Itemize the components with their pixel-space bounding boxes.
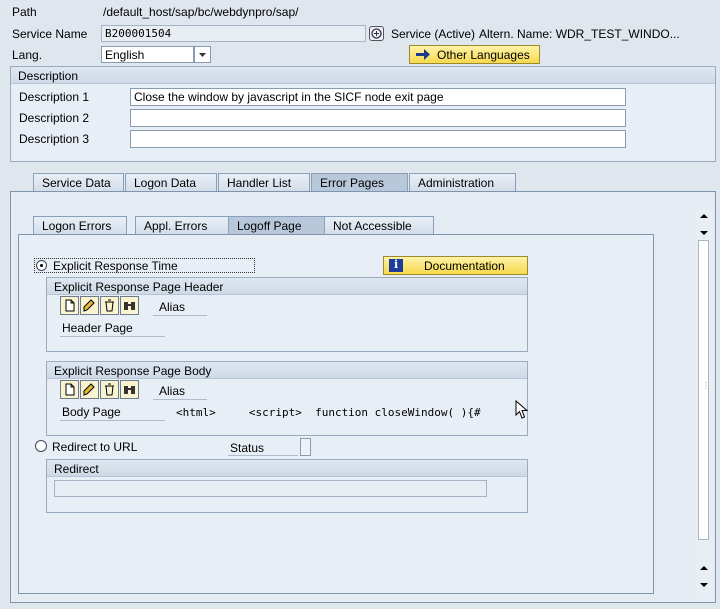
scroll-up-icon[interactable] <box>698 210 710 224</box>
description-3-field[interactable] <box>130 130 626 148</box>
service-name-field[interactable]: B200001504 <box>101 25 366 42</box>
tab-logon-data[interactable]: Logon Data <box>125 173 217 191</box>
redirect-label: Redirect to URL <box>52 440 138 454</box>
body-page-content[interactable]: <html> <script> function closeWindow( ){… <box>176 406 481 419</box>
delete-trash-icon[interactable] <box>100 296 119 315</box>
display-binoculars-icon[interactable] <box>120 380 139 399</box>
description-1-label: Description 1 <box>19 90 90 104</box>
service-status: Service (Active) <box>391 27 476 41</box>
description-1-field[interactable]: Close the window by javascript in the SI… <box>130 88 626 106</box>
documentation-button[interactable]: i Documentation <box>383 256 528 275</box>
subtab-appl-errors[interactable]: Appl. Errors <box>135 216 229 234</box>
scroll-thumb[interactable]: ⋮ <box>698 240 710 540</box>
subtab-logon-errors[interactable]: Logon Errors <box>33 216 127 234</box>
description-2-field[interactable] <box>130 109 626 127</box>
arrow-right-icon <box>415 48 431 64</box>
response-header-group: Explicit Response Page Header Alias Head… <box>46 277 528 352</box>
body-alias-label: Alias <box>159 384 186 398</box>
path-value: /default_host/sap/bc/webdynpro/sap/ <box>103 5 299 19</box>
create-icon[interactable] <box>60 296 79 315</box>
tab-error-pages[interactable]: Error Pages <box>311 173 408 191</box>
redirect-title: Redirect <box>47 460 527 477</box>
response-body-group: Explicit Response Page Body Alias Body P… <box>46 361 528 436</box>
description-3-label: Description 3 <box>19 132 90 146</box>
info-icon: i <box>389 258 403 272</box>
header-alias-label: Alias <box>159 300 186 314</box>
other-languages-label: Other Languages <box>437 48 530 62</box>
explicit-response-radio[interactable] <box>36 260 47 271</box>
lang-label: Lang. <box>12 48 43 62</box>
documentation-label: Documentation <box>424 259 505 273</box>
lang-select[interactable]: English <box>101 46 194 63</box>
redirect-group: Redirect <box>46 459 528 513</box>
scroll-down-icon-bottom[interactable] <box>698 579 710 593</box>
explicit-response-option[interactable]: Explicit Response Time <box>34 258 255 273</box>
redirect-url-field[interactable] <box>54 480 487 497</box>
status-label: Status <box>230 441 265 455</box>
chevron-down-icon[interactable] <box>194 46 211 63</box>
header-page-label: Header Page <box>62 321 133 335</box>
tab-handler-list[interactable]: Handler List <box>218 173 310 191</box>
path-label: Path <box>12 5 37 19</box>
redirect-radio[interactable] <box>35 440 47 452</box>
description-title: Description <box>11 67 715 84</box>
logoff-page-panel: Explicit Response Time i Documentation E… <box>18 234 654 594</box>
response-header-title: Explicit Response Page Header <box>47 278 527 295</box>
display-binoculars-icon[interactable] <box>120 296 139 315</box>
vertical-scrollbar[interactable]: ⋮ <box>695 207 713 599</box>
altern-name: Altern. Name: WDR_TEST_WINDO... <box>479 27 680 41</box>
subtab-logoff-page[interactable]: Logoff Page <box>228 216 325 234</box>
delete-trash-icon[interactable] <box>100 380 119 399</box>
change-pencil-icon[interactable] <box>80 380 99 399</box>
value-help-icon[interactable] <box>369 26 384 41</box>
create-icon[interactable] <box>60 380 79 399</box>
tab-administration[interactable]: Administration <box>409 173 516 191</box>
explicit-response-label: Explicit Response Time <box>53 259 178 273</box>
tab-service-data[interactable]: Service Data <box>33 173 124 191</box>
change-pencil-icon[interactable] <box>80 296 99 315</box>
service-name-label: Service Name <box>12 27 88 41</box>
error-pages-panel: ⋮ Logon Errors Appl. Errors Logoff Page … <box>10 191 716 603</box>
other-languages-button[interactable]: Other Languages <box>409 45 540 64</box>
response-body-title: Explicit Response Page Body <box>47 362 527 379</box>
status-field[interactable] <box>300 438 311 456</box>
body-page-label: Body Page <box>62 405 121 419</box>
scroll-up-icon-bottom[interactable] <box>698 562 710 576</box>
description-2-label: Description 2 <box>19 111 90 125</box>
mouse-cursor <box>515 399 529 423</box>
scroll-down-icon[interactable] <box>698 227 710 241</box>
subtab-not-accessible[interactable]: Not Accessible <box>324 216 434 234</box>
description-group: Description Description 1 Close the wind… <box>10 66 716 162</box>
